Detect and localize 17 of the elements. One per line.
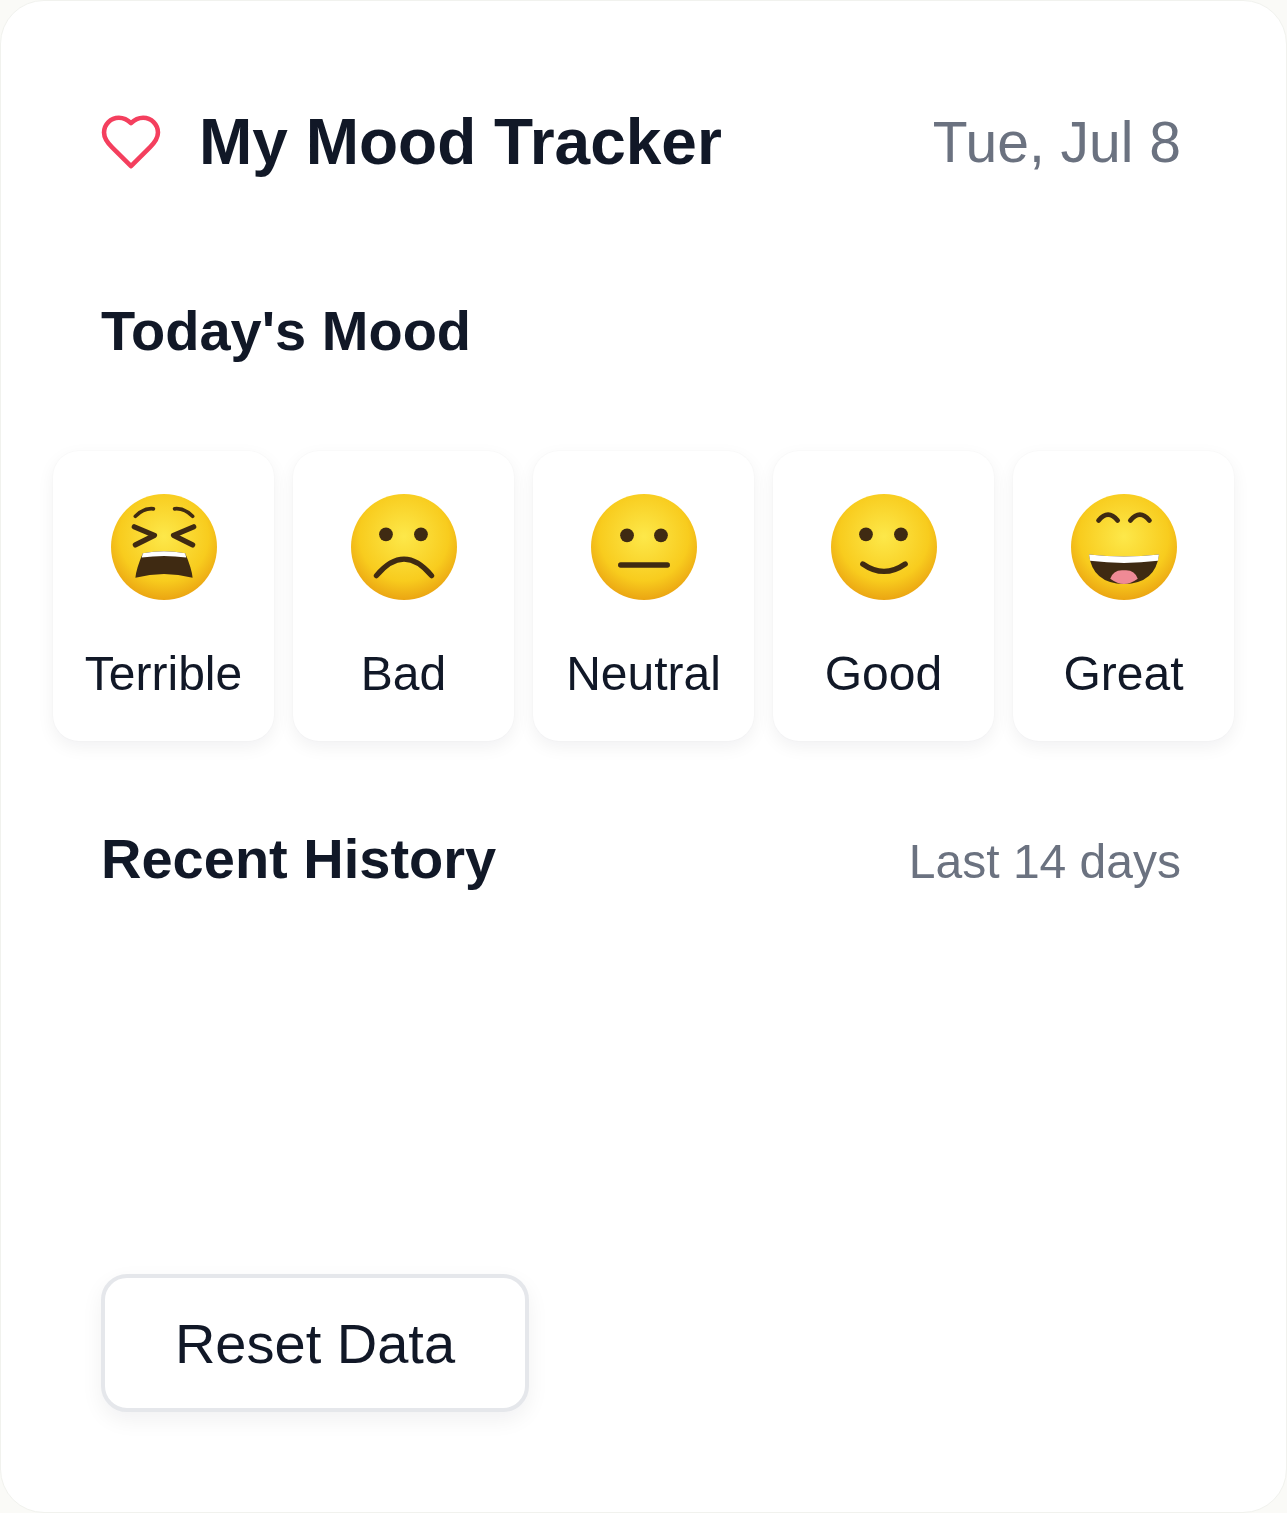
reset-button[interactable]: Reset Data	[101, 1274, 529, 1412]
section-heading: Recent History	[101, 826, 497, 892]
mood-option[interactable]: Bad	[293, 451, 514, 741]
app-title: My Mood Tracker	[199, 105, 722, 180]
mood-option[interactable]: Great	[1013, 451, 1234, 741]
tired-face-icon	[110, 494, 217, 600]
smiling-face-icon	[830, 494, 937, 600]
mood-option[interactable]: Terrible	[53, 451, 274, 741]
mood-option[interactable]: Good	[773, 451, 994, 741]
current-date: Tue, Jul 8	[932, 109, 1181, 176]
date-range-label: Last 14 days	[908, 834, 1181, 890]
mood-option[interactable]: Neutral	[533, 451, 754, 741]
section-heading: Today's Mood	[101, 298, 473, 364]
heart-icon	[101, 115, 161, 170]
frowning-face-icon	[350, 494, 457, 600]
neutral-face-icon	[590, 494, 697, 600]
grinning-face-icon	[1070, 494, 1177, 600]
